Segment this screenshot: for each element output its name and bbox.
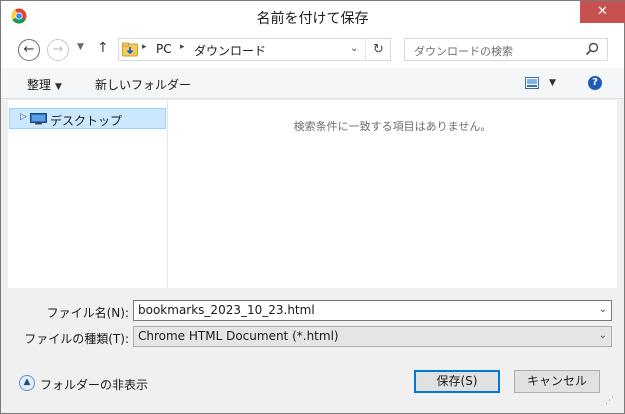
- up-button[interactable]: ↑: [97, 40, 109, 56]
- breadcrumb-separator[interactable]: ▸: [142, 42, 147, 52]
- resize-grip-icon[interactable]: ⋰: [605, 396, 614, 406]
- address-history-dropdown[interactable]: ⌄: [350, 43, 358, 54]
- breadcrumb-separator[interactable]: ▸: [180, 42, 185, 52]
- help-icon[interactable]: ?: [588, 76, 602, 90]
- empty-message: 検索条件に一致する項目はありません。: [293, 120, 492, 133]
- forward-button[interactable]: →: [47, 39, 69, 61]
- downloads-folder-icon: [122, 42, 138, 57]
- search-box[interactable]: ダウンロードの検索: [404, 38, 608, 61]
- right-margin: [617, 100, 624, 288]
- file-list[interactable]: 検索条件に一致する項目はありません。: [168, 100, 617, 288]
- desktop-icon: [30, 113, 47, 125]
- hide-folders-label: フォルダーの非表示: [40, 378, 149, 392]
- organize-label: 整理: [27, 78, 52, 92]
- close-button[interactable]: ✕: [580, 1, 625, 23]
- refresh-button[interactable]: ↻: [365, 39, 391, 60]
- view-options-dropdown[interactable]: ▼: [549, 78, 556, 88]
- filetype-value: Chrome HTML Document (*.html): [138, 329, 339, 343]
- cancel-button[interactable]: キャンセル: [514, 370, 600, 393]
- address-row: ← → ▼ ↑ ▸ PC ▸ ダウンロード ⌄ ↻ ダウンロードの検索: [1, 32, 624, 68]
- search-input[interactable]: ダウンロードの検索: [414, 43, 513, 59]
- command-bar: 整理 ▼ 新しいフォルダー ▼ ?: [1, 68, 624, 99]
- dialog-title: 名前を付けて保存: [256, 11, 369, 27]
- chevron-down-icon[interactable]: ⌄: [599, 304, 607, 315]
- breadcrumb-downloads[interactable]: ダウンロード: [194, 42, 266, 59]
- breadcrumb-pc[interactable]: PC: [156, 42, 172, 56]
- organize-menu[interactable]: 整理 ▼: [27, 76, 62, 93]
- back-button[interactable]: ←: [18, 39, 40, 61]
- recent-locations-dropdown[interactable]: ▼: [77, 42, 84, 52]
- title-bar: 名前を付けて保存 ✕: [1, 1, 625, 32]
- filename-label: ファイル名(N):: [46, 306, 129, 320]
- save-button[interactable]: 保存(S): [414, 370, 500, 393]
- filetype-select[interactable]: Chrome HTML Document (*.html) ⌄: [133, 326, 612, 347]
- navigation-pane: ▷ デスクトップ: [8, 100, 167, 288]
- filetype-label: ファイルの種類(T):: [24, 332, 129, 346]
- search-icon[interactable]: [585, 42, 599, 56]
- filename-field[interactable]: bookmarks_2023_10_23.html ⌄: [133, 300, 612, 321]
- nav-item-desktop[interactable]: ▷ デスクトップ: [9, 108, 166, 129]
- filename-input[interactable]: bookmarks_2023_10_23.html: [138, 303, 315, 317]
- collapse-up-icon: ▲: [19, 375, 35, 391]
- save-as-dialog: 名前を付けて保存 ✕ ← → ▼ ↑ ▸ PC ▸ ダウンロード ⌄ ↻ ダウン…: [0, 0, 625, 414]
- new-folder-button[interactable]: 新しいフォルダー: [95, 76, 191, 93]
- address-bar[interactable]: ▸ PC ▸ ダウンロード ⌄ ↻: [118, 38, 391, 61]
- chevron-down-icon: ▼: [55, 82, 62, 92]
- view-options-icon[interactable]: [525, 77, 539, 89]
- nav-item-label: デスクトップ: [50, 114, 123, 128]
- chevron-down-icon[interactable]: ⌄: [599, 330, 607, 341]
- expand-arrow-icon[interactable]: ▷: [20, 112, 27, 122]
